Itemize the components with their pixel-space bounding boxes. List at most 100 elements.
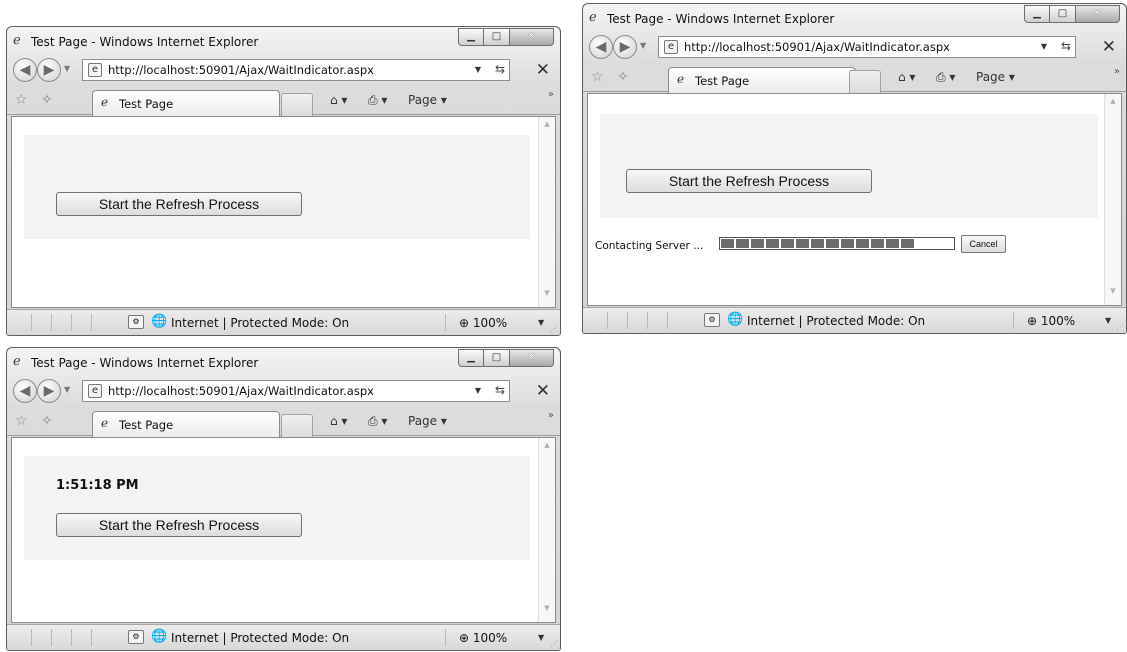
vertical-scrollbar[interactable]: ▲ ▼ xyxy=(1104,94,1121,305)
title-bar[interactable]: ℯ Test Page - Windows Internet Explorer … xyxy=(7,27,560,55)
print-icon[interactable]: ⎙ ▾ xyxy=(936,70,955,85)
page-menu[interactable]: Page ▾ xyxy=(976,70,1015,84)
start-refresh-button[interactable]: Start the Refresh Process xyxy=(56,513,302,537)
print-icon[interactable]: ⎙ ▾ xyxy=(368,414,387,429)
more-commands-icon[interactable]: » xyxy=(1114,66,1120,77)
scroll-up-icon[interactable]: ▲ xyxy=(539,120,555,136)
tab-test-page[interactable]: ℯ Test Page xyxy=(92,411,280,437)
address-row: ◀ ▶ ▼ e http://localhost:50901/Ajax/Wait… xyxy=(7,378,560,406)
stop-icon[interactable]: ✕ xyxy=(1102,37,1116,57)
recent-pages-dropdown[interactable]: ▼ xyxy=(64,64,70,73)
more-commands-icon[interactable]: » xyxy=(548,410,554,421)
scroll-down-icon[interactable]: ▼ xyxy=(1105,287,1121,303)
scroll-up-icon[interactable]: ▲ xyxy=(1105,97,1121,113)
protected-mode-icon[interactable]: ⚙ xyxy=(128,315,144,329)
status-divider xyxy=(31,314,32,331)
forward-button[interactable]: ▶ xyxy=(37,379,61,403)
back-button[interactable]: ◀ xyxy=(589,35,613,59)
resize-grip-icon[interactable]: ⋰ xyxy=(550,639,558,648)
tab-row: ☆ ✧ ℯ Test Page ⌂ ▾ ⎙ ▾ Page ▾ » xyxy=(7,408,560,437)
url-text[interactable]: http://localhost:50901/Ajax/WaitIndicato… xyxy=(108,63,374,77)
vertical-scrollbar[interactable]: ▲ ▼ xyxy=(538,117,555,307)
zoom-level[interactable]: ⊕ 100% xyxy=(1027,314,1075,328)
refresh-icon[interactable]: ⇆ xyxy=(495,383,505,397)
maximize-button[interactable]: □ xyxy=(484,349,510,367)
address-dropdown[interactable]: ▼ xyxy=(475,65,481,74)
add-favorites-icon[interactable]: ✧ xyxy=(617,69,629,85)
maximize-button[interactable]: □ xyxy=(484,28,510,46)
home-icon[interactable]: ⌂ ▾ xyxy=(330,93,347,107)
add-favorites-icon[interactable]: ✧ xyxy=(41,413,53,429)
address-bar[interactable]: e http://localhost:50901/Ajax/WaitIndica… xyxy=(82,380,510,402)
progress-segment xyxy=(781,239,794,248)
minimize-button[interactable]: ▁ xyxy=(1024,5,1050,23)
address-dropdown[interactable]: ▼ xyxy=(475,386,481,395)
star-icon[interactable]: ☆ xyxy=(591,69,604,85)
url-text[interactable]: http://localhost:50901/Ajax/WaitIndicato… xyxy=(108,384,374,398)
close-button[interactable]: ✕ xyxy=(510,349,554,367)
start-refresh-button[interactable]: Start the Refresh Process xyxy=(626,169,872,193)
new-tab-button[interactable] xyxy=(281,93,313,116)
tab-test-page[interactable]: ℯ Test Page xyxy=(92,90,280,116)
close-button[interactable]: ✕ xyxy=(510,28,554,46)
address-dropdown[interactable]: ▼ xyxy=(1041,42,1047,51)
zoom-dropdown[interactable]: ▼ xyxy=(538,318,544,327)
address-row: ◀ ▶ ▼ e http://localhost:50901/Ajax/Wait… xyxy=(583,34,1126,62)
scroll-up-icon[interactable]: ▲ xyxy=(539,441,555,457)
progress-segment xyxy=(826,239,839,248)
minimize-button[interactable]: ▁ xyxy=(458,349,484,367)
home-icon[interactable]: ⌂ ▾ xyxy=(898,70,915,84)
star-icon[interactable]: ☆ xyxy=(15,413,28,429)
minimize-button[interactable]: ▁ xyxy=(458,28,484,46)
back-button[interactable]: ◀ xyxy=(13,379,37,403)
cancel-button[interactable]: Cancel xyxy=(961,235,1006,253)
stop-icon[interactable]: ✕ xyxy=(536,60,550,80)
tab-test-page[interactable]: ℯ Test Page xyxy=(668,67,856,93)
resize-grip-icon[interactable]: ⋰ xyxy=(1116,322,1124,331)
recent-pages-dropdown[interactable]: ▼ xyxy=(64,385,70,394)
back-button[interactable]: ◀ xyxy=(13,58,37,82)
scroll-down-icon[interactable]: ▼ xyxy=(539,604,555,620)
home-icon[interactable]: ⌂ ▾ xyxy=(330,414,347,428)
close-button[interactable]: ✕ xyxy=(1076,5,1120,23)
vertical-scrollbar[interactable]: ▲ ▼ xyxy=(538,438,555,622)
zoom-level[interactable]: ⊕ 100% xyxy=(459,316,507,330)
zoom-dropdown[interactable]: ▼ xyxy=(1105,316,1111,325)
forward-button[interactable]: ▶ xyxy=(37,58,61,82)
title-bar[interactable]: ℯ Test Page - Windows Internet Explorer … xyxy=(583,4,1126,32)
print-icon[interactable]: ⎙ ▾ xyxy=(368,93,387,108)
maximize-button[interactable]: □ xyxy=(1050,5,1076,23)
page-menu[interactable]: Page ▾ xyxy=(408,93,447,107)
url-text[interactable]: http://localhost:50901/Ajax/WaitIndicato… xyxy=(684,40,950,54)
security-zone[interactable]: Internet | Protected Mode: On xyxy=(171,631,349,645)
recent-pages-dropdown[interactable]: ▼ xyxy=(640,41,646,50)
resize-grip-icon[interactable]: ⋰ xyxy=(550,324,558,333)
security-zone[interactable]: Internet | Protected Mode: On xyxy=(171,316,349,330)
star-icon[interactable]: ☆ xyxy=(15,92,28,108)
new-tab-button[interactable] xyxy=(281,414,313,437)
add-favorites-icon[interactable]: ✧ xyxy=(41,92,53,108)
address-bar[interactable]: e http://localhost:50901/Ajax/WaitIndica… xyxy=(82,59,510,81)
refresh-icon[interactable]: ⇆ xyxy=(495,62,505,76)
progress-segment xyxy=(856,239,869,248)
status-divider xyxy=(31,629,32,646)
refresh-icon[interactable]: ⇆ xyxy=(1061,39,1071,53)
protected-mode-icon[interactable]: ⚙ xyxy=(704,313,720,327)
protected-mode-icon[interactable]: ⚙ xyxy=(128,630,144,644)
new-tab-button[interactable] xyxy=(849,70,881,93)
status-divider xyxy=(51,314,52,331)
title-bar[interactable]: ℯ Test Page - Windows Internet Explorer … xyxy=(7,348,560,376)
status-divider xyxy=(91,629,92,646)
stop-icon[interactable]: ✕ xyxy=(536,381,550,401)
scroll-down-icon[interactable]: ▼ xyxy=(539,289,555,305)
start-refresh-button[interactable]: Start the Refresh Process xyxy=(56,192,302,216)
ie-logo-icon: ℯ xyxy=(589,10,597,25)
zoom-dropdown[interactable]: ▼ xyxy=(538,633,544,642)
forward-button[interactable]: ▶ xyxy=(613,35,637,59)
more-commands-icon[interactable]: » xyxy=(548,89,554,100)
zoom-level[interactable]: ⊕ 100% xyxy=(459,631,507,645)
page-menu[interactable]: Page ▾ xyxy=(408,414,447,428)
address-bar[interactable]: e http://localhost:50901/Ajax/WaitIndica… xyxy=(658,36,1076,58)
security-zone[interactable]: Internet | Protected Mode: On xyxy=(747,314,925,328)
back-arrow-icon: ◀ xyxy=(19,383,31,399)
